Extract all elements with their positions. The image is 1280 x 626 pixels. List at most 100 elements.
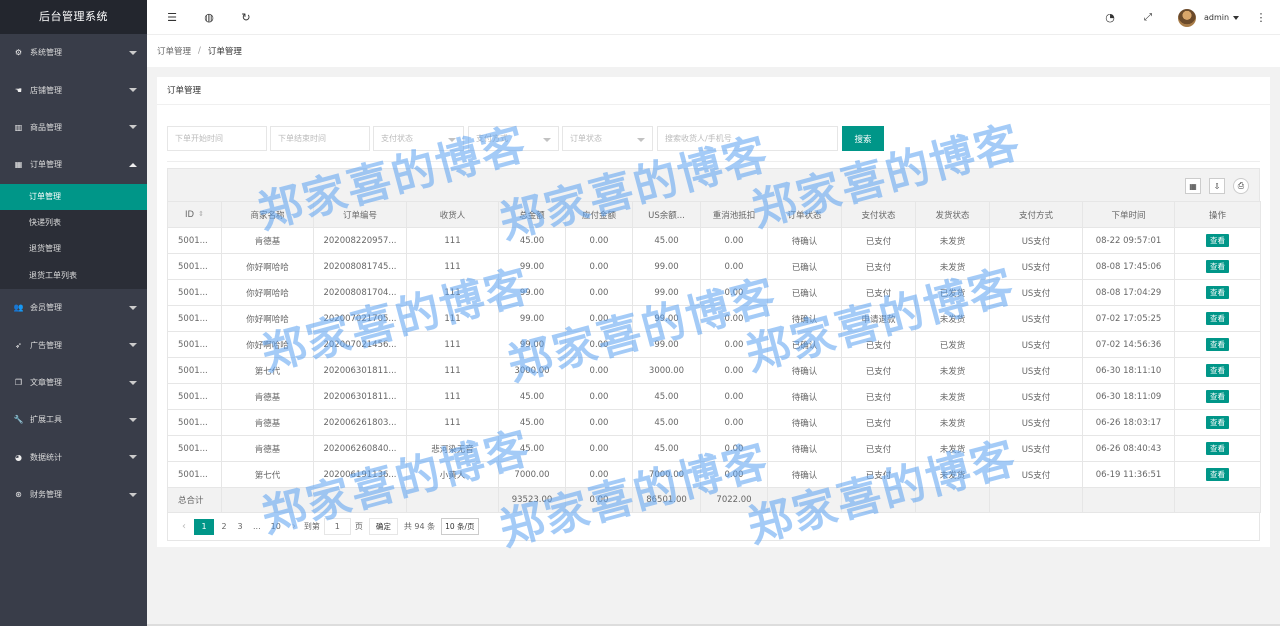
submenu-item-1[interactable]: 快递列表 xyxy=(0,210,147,236)
sidebar-item-label: 数据统计 xyxy=(30,452,62,462)
chevron-down-icon xyxy=(129,305,137,310)
end-time-input[interactable]: 下单结束时间 xyxy=(270,126,370,151)
action-cell: 查看 xyxy=(1174,253,1261,280)
breadcrumb-parent[interactable]: 订单管理 xyxy=(157,45,191,57)
app-logo: 后台管理系统 xyxy=(0,0,147,34)
table-cell: 08-08 17:04:29 xyxy=(1082,279,1175,306)
submenu-item-2[interactable]: 退货管理 xyxy=(0,236,147,262)
next-page-button[interactable]: › xyxy=(288,519,300,535)
menu-toggle-icon[interactable]: ☰ xyxy=(159,0,185,35)
user-menu[interactable]: admin xyxy=(1178,0,1240,35)
search-button[interactable]: 搜索 xyxy=(842,126,884,151)
table-cell: 待确认 xyxy=(767,461,842,488)
page-button[interactable]: 1 xyxy=(194,518,214,535)
sidebar-item-5[interactable]: ➶ 广告管理 xyxy=(0,327,147,364)
submenu-item-3[interactable]: 退货工单列表 xyxy=(0,263,147,289)
table-cell: 202006301811... xyxy=(313,357,407,384)
table-cell: 45.00 xyxy=(632,227,701,254)
refresh-icon[interactable]: ↻ xyxy=(233,0,259,35)
sort-icon[interactable]: ⇕ xyxy=(198,210,204,218)
chevron-down-icon xyxy=(129,417,137,422)
users-icon: 👥 xyxy=(13,303,24,313)
chevron-down-icon xyxy=(129,50,137,55)
view-button[interactable]: 查看 xyxy=(1206,260,1229,273)
sum-cell: 86501.00 xyxy=(632,487,701,513)
table-cell: 45.00 xyxy=(632,435,701,462)
sidebar-item-2[interactable]: ▥ 商品管理 xyxy=(0,109,147,146)
table-cell: 5001... xyxy=(167,305,222,332)
table-cell: 0.00 xyxy=(700,227,768,254)
fullscreen-icon[interactable]: ⤢ xyxy=(1135,0,1161,35)
view-button[interactable]: 查看 xyxy=(1206,312,1229,325)
prev-page-button[interactable]: ‹ xyxy=(178,519,190,535)
order-submenu: 订单管理 快递列表 退货管理 退货工单列表 xyxy=(0,183,147,290)
chevron-down-icon xyxy=(129,455,137,460)
table-cell: 你好啊哈哈 xyxy=(221,279,314,306)
card-title: 订单管理 xyxy=(157,77,1270,105)
table-cell: 5001... xyxy=(167,409,222,436)
table-cell: 0.00 xyxy=(565,409,633,436)
view-button[interactable]: 查看 xyxy=(1206,286,1229,299)
sidebar-item-9[interactable]: ⊛ 财务管理 xyxy=(0,476,147,513)
sidebar-item-7[interactable]: 🔧 扩展工具 xyxy=(0,401,147,438)
page-button[interactable]: 2 xyxy=(218,519,230,535)
columns-icon[interactable]: ▦ xyxy=(1185,178,1201,194)
column-header[interactable]: ID ⇕ xyxy=(167,201,222,228)
sidebar-item-3[interactable]: ▦ 订单管理 xyxy=(0,146,147,183)
more-icon[interactable]: ⋮ xyxy=(1248,0,1274,35)
sum-cell: 7022.00 xyxy=(700,487,768,513)
sidebar-item-label: 系统管理 xyxy=(30,48,62,58)
view-button[interactable]: 查看 xyxy=(1206,390,1229,403)
table-cell: 待确认 xyxy=(767,227,842,254)
sidebar-item-8[interactable]: ◕ 数据统计 xyxy=(0,439,147,476)
table-cell: 202008220957... xyxy=(313,227,407,254)
view-button[interactable]: 查看 xyxy=(1206,234,1229,247)
sidebar-item-label: 扩展工具 xyxy=(30,415,62,425)
globe-icon[interactable]: ◍ xyxy=(196,0,222,35)
view-button[interactable]: 查看 xyxy=(1206,468,1229,481)
order-status-select[interactable]: 订单状态 xyxy=(562,126,653,151)
page-size-select[interactable]: 10 条/页 xyxy=(441,518,479,535)
table-cell: 202006260840... xyxy=(313,435,407,462)
sidebar-item-4[interactable]: 👥 会员管理 xyxy=(0,289,147,326)
table-cell: 已支付 xyxy=(841,279,916,306)
page-button[interactable]: 10 xyxy=(268,519,284,535)
table-cell: 申请退款 xyxy=(841,305,916,332)
table-cell: 99.00 xyxy=(632,279,701,306)
view-button[interactable]: 查看 xyxy=(1206,338,1229,351)
goto-confirm-button[interactable]: 确定 xyxy=(368,518,398,535)
export-icon[interactable]: ⇩ xyxy=(1209,178,1225,194)
table-cell: 已发货 xyxy=(915,331,990,358)
sidebar-item-1[interactable]: ☚ 店铺管理 xyxy=(0,71,147,108)
page-number-input[interactable]: 1 xyxy=(323,518,351,535)
pagination: ‹ 1 2 3... 10 › 到第 1 页确定共 94 条 10 条/页 xyxy=(167,513,1260,541)
view-button[interactable]: 查看 xyxy=(1206,442,1229,455)
pay-status-select[interactable]: 支付状态 xyxy=(373,126,464,151)
table-cell: 0.00 xyxy=(565,253,633,280)
sum-cell xyxy=(841,487,916,513)
table-cell: 未发货 xyxy=(915,253,990,280)
action-cell: 查看 xyxy=(1174,461,1261,488)
keyword-input[interactable]: 搜索收货人/手机号 xyxy=(657,126,838,151)
view-button[interactable]: 查看 xyxy=(1206,364,1229,377)
pay-method-select[interactable]: 支付方式 xyxy=(468,126,559,151)
table-cell: 已支付 xyxy=(841,383,916,410)
theme-icon[interactable]: ◔ xyxy=(1097,0,1123,35)
sum-cell xyxy=(915,487,990,513)
sidebar-item-0[interactable]: ⚙ 系统管理 xyxy=(0,34,147,71)
table-cell: 你好啊哈哈 xyxy=(221,305,314,332)
column-header: 发货状态 xyxy=(915,201,990,228)
view-button[interactable]: 查看 xyxy=(1206,416,1229,429)
sum-row: 总合计 93523.00 0.00 86501.00 7022.00 xyxy=(167,487,1261,513)
print-icon[interactable]: ⎙ xyxy=(1233,178,1249,194)
sidebar-item-6[interactable]: ❐ 文章管理 xyxy=(0,364,147,401)
start-time-input[interactable]: 下单开始时间 xyxy=(167,126,267,151)
action-cell: 查看 xyxy=(1174,279,1261,306)
table-cell: 待确认 xyxy=(767,409,842,436)
table-cell: 待确认 xyxy=(767,357,842,384)
submenu-item-0[interactable]: 订单管理 xyxy=(0,183,147,210)
table-cell: 5001... xyxy=(167,435,222,462)
table-row: 5001... 你好啊哈哈 202008081704... 111 99.00 0.00 9… xyxy=(167,279,1261,306)
table-cell: 已确认 xyxy=(767,331,842,358)
page-button[interactable]: 3 xyxy=(234,519,246,535)
